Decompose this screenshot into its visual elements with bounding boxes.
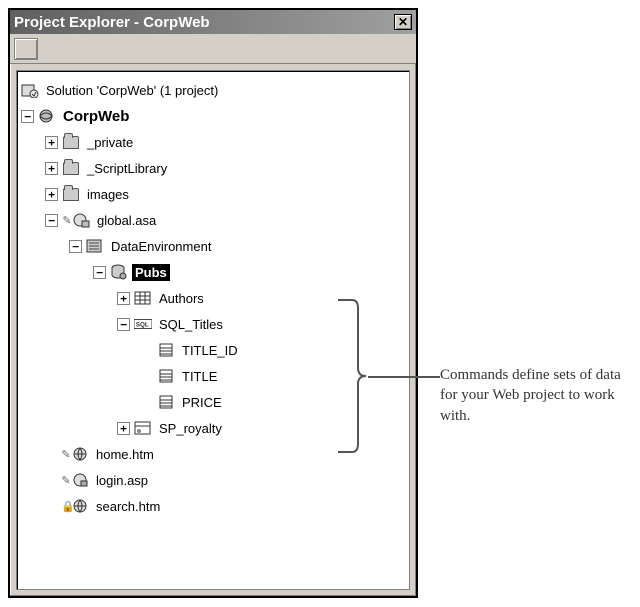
column-icon (157, 342, 175, 358)
table-icon (134, 290, 152, 306)
file-label: home.htm (93, 446, 157, 463)
column-icon (157, 368, 175, 384)
close-button[interactable]: ✕ (394, 14, 412, 30)
expand-toggle[interactable]: + (45, 188, 58, 201)
file-label: login.asp (93, 472, 151, 489)
edit-marker-icon: ✎ (62, 214, 72, 227)
dataenv-label: DataEnvironment (108, 238, 214, 255)
project-label: CorpWeb (60, 107, 132, 126)
connection-icon (110, 264, 128, 280)
tree-node-private[interactable]: + _private (21, 129, 405, 155)
command-label: SQL_Titles (156, 316, 226, 333)
solution-label: Solution 'CorpWeb' (1 project) (43, 82, 221, 99)
column-label: TITLE (179, 368, 220, 385)
svg-text:SQL: SQL (136, 322, 149, 329)
solution-icon (21, 82, 39, 98)
tree-node-globalasa[interactable]: − ✎ global.asa (21, 207, 405, 233)
folder-label: _ScriptLibrary (84, 160, 170, 177)
sql-icon: SQL (134, 316, 152, 332)
folder-label: _private (84, 134, 136, 151)
expand-toggle[interactable]: − (93, 266, 106, 279)
callout-connector (368, 376, 440, 378)
tree-node-images[interactable]: + images (21, 181, 405, 207)
command-label: SP_royalty (156, 420, 225, 437)
file-label: global.asa (94, 212, 159, 229)
tree-node-pubs[interactable]: − Pubs (21, 259, 405, 285)
connection-label: Pubs (132, 264, 170, 281)
expand-toggle[interactable]: − (21, 110, 34, 123)
toolbar-button[interactable] (14, 38, 38, 60)
folder-icon (62, 186, 80, 202)
column-label: PRICE (179, 394, 225, 411)
expand-toggle[interactable]: − (117, 318, 130, 331)
tree-node-solution[interactable]: Solution 'CorpWeb' (1 project) (21, 77, 405, 103)
expand-toggle[interactable]: + (45, 162, 58, 175)
titlebar: Project Explorer - CorpWeb ✕ (10, 10, 416, 34)
expand-toggle[interactable]: + (45, 136, 58, 149)
toolbar (10, 34, 416, 64)
edit-marker-icon: ✎ (61, 448, 71, 461)
htm-icon (71, 498, 89, 514)
edit-marker-icon: ✎ (61, 474, 71, 487)
column-label: TITLE_ID (179, 342, 241, 359)
tree-node-search[interactable]: 🔒 search.htm (21, 493, 405, 519)
asp-icon (71, 472, 89, 488)
tree-node-dataenvironment[interactable]: − DataEnvironment (21, 233, 405, 259)
folder-label: images (84, 186, 132, 203)
lock-marker-icon: 🔒 (61, 500, 71, 513)
file-label: search.htm (93, 498, 163, 515)
callout-bracket (338, 296, 368, 456)
command-label: Authors (156, 290, 207, 307)
tree-node-login[interactable]: ✎ login.asp (21, 467, 405, 493)
htm-icon (71, 446, 89, 462)
expand-toggle[interactable]: − (69, 240, 82, 253)
folder-icon (62, 160, 80, 176)
asa-icon (72, 212, 90, 228)
expand-toggle[interactable]: − (45, 214, 58, 227)
expand-toggle[interactable]: + (117, 422, 130, 435)
stored-proc-icon (134, 420, 152, 436)
expand-toggle[interactable]: + (117, 292, 130, 305)
window-title: Project Explorer - CorpWeb (14, 14, 394, 31)
tree-node-project[interactable]: − CorpWeb (21, 103, 405, 129)
column-icon (157, 394, 175, 410)
callout-text: Commands define sets of data for your We… (440, 365, 630, 426)
close-icon: ✕ (398, 15, 408, 29)
dataenvironment-icon (86, 238, 104, 254)
folder-icon (62, 134, 80, 150)
project-icon (38, 108, 56, 124)
tree-node-scriptlibrary[interactable]: + _ScriptLibrary (21, 155, 405, 181)
